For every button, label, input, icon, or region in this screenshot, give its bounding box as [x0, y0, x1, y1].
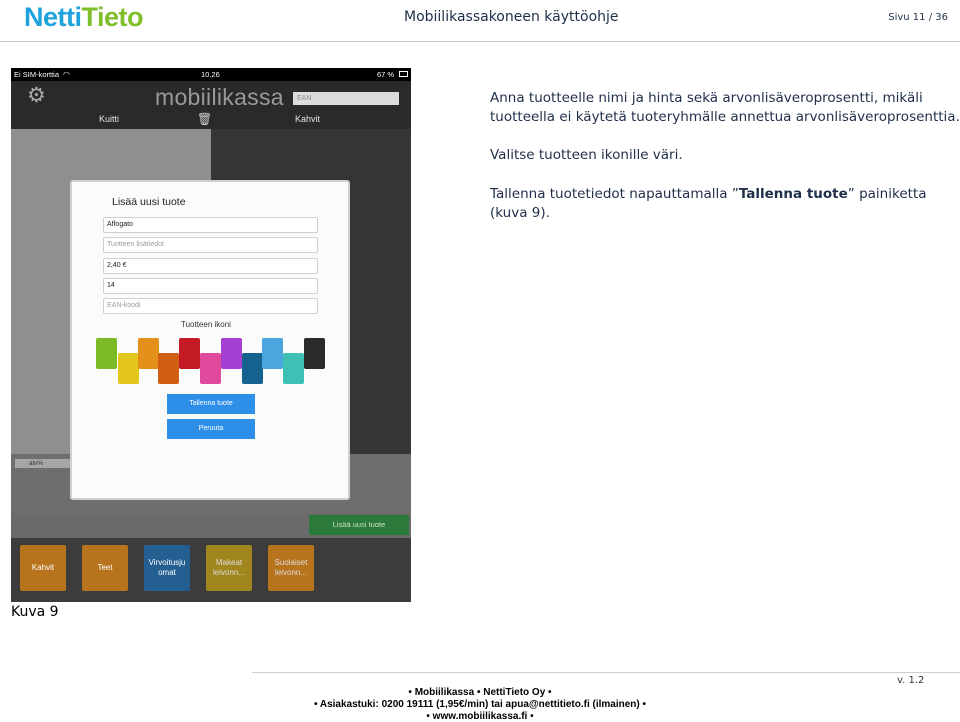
cancel-button[interactable]: Peruuta	[167, 419, 255, 439]
tab-kuitti[interactable]: Kuitti	[99, 114, 119, 124]
tab-kahvit[interactable]: Kahvit	[295, 114, 320, 124]
instruction-text: Tallenna tuotetiedot napauttamalla ”	[490, 186, 739, 202]
tile-suolaiset-leivonnaiset[interactable]: Suolaiset leivonn...	[268, 545, 314, 591]
logo-text-netti: Netti	[24, 2, 82, 32]
add-new-product-button[interactable]: Lisää uusi tuote	[309, 515, 409, 535]
wifi-icon: ◠	[63, 70, 70, 79]
instruction-paragraph-1: Anna tuotteelle nimi ja hinta sekä arvon…	[490, 90, 960, 125]
color-swatch-red[interactable]	[179, 338, 200, 369]
status-bar: Ei SIM-korttia ◠ 10.26 67 %	[11, 68, 411, 81]
color-swatch-light-blue[interactable]	[262, 338, 283, 369]
header-divider	[0, 41, 960, 42]
ean-code-input[interactable]: EAN-koodi	[103, 298, 318, 314]
logo-text-tieto: Tieto	[81, 2, 144, 32]
color-swatch-teal[interactable]	[283, 353, 304, 384]
version-label: v. 1.2	[897, 675, 925, 686]
color-swatch-pink[interactable]	[200, 353, 221, 384]
app-screenshot: Ei SIM-korttia ◠ 10.26 67 % ⚙ mobiilikas…	[11, 68, 411, 602]
color-swatch-black[interactable]	[304, 338, 325, 369]
product-details-input[interactable]: Tuotteen lisätiedot	[103, 237, 318, 253]
price-input[interactable]: 2,40 €	[103, 258, 318, 274]
footer-website: www.mobiilikassa.fi •	[432, 711, 534, 722]
trash-icon[interactable]: 🗑	[197, 112, 212, 126]
color-swatch-dark-orange[interactable]	[158, 353, 179, 384]
tile-virvoitusjuomat[interactable]: Virvoitusju omat	[144, 545, 190, 591]
nettitieto-logo: NettiTieto	[24, 2, 144, 32]
vat-input[interactable]: 14	[103, 278, 318, 294]
color-swatch-yellow[interactable]	[118, 353, 139, 384]
status-time: 10.26	[201, 70, 220, 79]
tile-kahvit[interactable]: Kahvit	[20, 545, 66, 591]
footer-line-2: • Asiakastuki: 0200 19111 (1,95€/min) ta…	[313, 699, 647, 710]
footer-line-3: • www.mobiilikassa.fi •	[426, 711, 534, 722]
battery-text: 67 %	[377, 70, 395, 79]
tile-makeat-leivonnaiset[interactable]: Makeat leivonn...	[206, 545, 252, 591]
ean-search-input[interactable]: EAN	[293, 92, 399, 105]
battery-icon	[399, 71, 408, 77]
document-title: Mobiilikassakoneen käyttöohje	[404, 9, 619, 25]
color-swatch-purple[interactable]	[221, 338, 242, 369]
gear-icon[interactable]: ⚙	[27, 85, 47, 106]
app-brand: mobiilikassa	[155, 84, 284, 110]
color-swatch-orange[interactable]	[138, 338, 159, 369]
color-swatch-navy[interactable]	[242, 353, 263, 384]
footer-divider	[252, 672, 960, 673]
footer-support: Asiakastuki: 0200 19111 (1,95€/min) tai …	[319, 699, 647, 710]
tile-teet[interactable]: Teet	[82, 545, 128, 591]
footer-company: Mobiilikassa • NettiTieto Oy •	[414, 687, 552, 698]
figure-caption: Kuva 9	[11, 604, 59, 620]
carrier-text: Ei SIM-korttia	[14, 70, 60, 79]
icon-label: Tuotteen ikoni	[181, 320, 231, 329]
instruction-paragraph-3: Tallenna tuotetiedot napauttamalla ”Tall…	[490, 185, 960, 223]
save-product-button[interactable]: Tallenna tuote	[167, 394, 255, 414]
page-number: Sivu 11 / 36	[888, 12, 948, 23]
color-swatch-green[interactable]	[96, 338, 117, 369]
footer-line-1: • Mobiilikassa • NettiTieto Oy •	[408, 687, 552, 698]
instruction-paragraph-2: Valitse tuotteen ikonille väri.	[490, 147, 683, 163]
dialog-title: Lisää uusi tuote	[112, 196, 186, 208]
product-name-input[interactable]: Affogato	[103, 217, 318, 233]
emphasized-button-name: Tallenna tuote	[738, 186, 848, 202]
